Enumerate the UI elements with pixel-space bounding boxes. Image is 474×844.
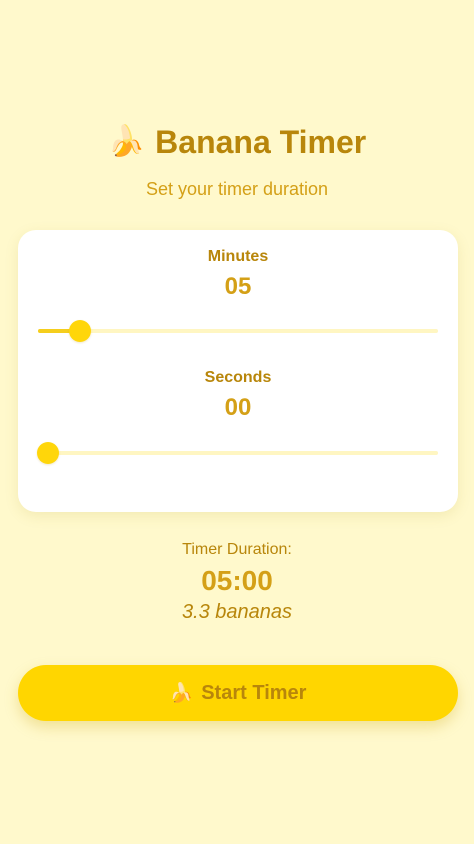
start-timer-button[interactable]: 🍌 Start Timer xyxy=(18,665,458,721)
seconds-control: Seconds 00 xyxy=(18,369,458,464)
banana-icon: 🍌 xyxy=(169,683,194,704)
seconds-label: Seconds xyxy=(204,369,272,386)
page-title: 🍌 Banana Timer xyxy=(108,120,366,164)
minutes-slider-thumb[interactable] xyxy=(69,320,91,342)
seconds-value: 00 xyxy=(224,394,252,421)
seconds-slider-thumb[interactable] xyxy=(37,442,59,464)
seconds-slider[interactable] xyxy=(37,442,438,464)
minutes-value: 05 xyxy=(224,273,252,300)
banana-count: 3.3 bananas xyxy=(181,601,293,623)
page-title-text: Banana Timer xyxy=(155,124,367,160)
banana-icon: 🍌 xyxy=(107,125,146,158)
minutes-control: Minutes 05 xyxy=(18,248,458,342)
duration-settings-card: Minutes 05 Seconds 00 xyxy=(18,230,458,512)
minutes-label: Minutes xyxy=(207,248,269,265)
page-subtitle: Set your timer duration xyxy=(145,179,329,199)
header: 🍌 Banana Timer Set your timer duration xyxy=(0,120,474,200)
minutes-slider[interactable] xyxy=(38,320,438,342)
timer-duration-summary: Timer Duration: 05:00 3.3 bananas xyxy=(0,541,474,624)
timer-duration-label: Timer Duration: xyxy=(182,541,292,558)
timer-duration-value: 05:00 xyxy=(201,565,273,596)
start-timer-label: Start Timer xyxy=(201,681,307,704)
